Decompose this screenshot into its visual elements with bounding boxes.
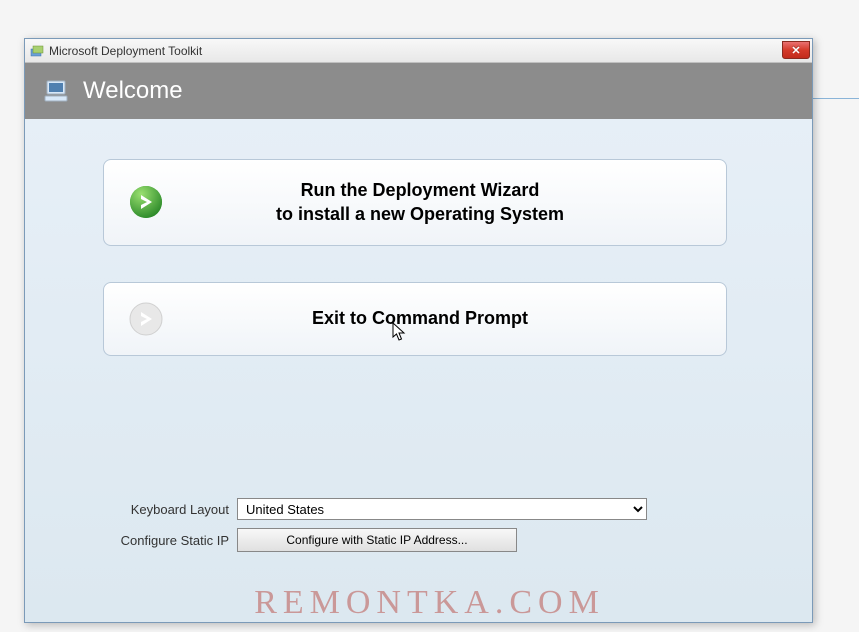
computer-icon [43,79,71,103]
arrow-right-green-icon [128,184,164,220]
app-icon [29,43,45,59]
header-bar: Welcome [25,63,812,119]
run-deployment-wizard-button[interactable]: Run the Deployment Wizard to install a n… [103,159,727,246]
exit-command-prompt-button[interactable]: Exit to Command Prompt [103,282,727,356]
static-ip-row: Configure Static IP Configure with Stati… [89,528,748,552]
keyboard-layout-select[interactable]: United States [237,498,647,520]
titlebar: Microsoft Deployment Toolkit ✕ [25,39,812,63]
bottom-form: Keyboard Layout United States Configure … [25,498,812,560]
keyboard-layout-label: Keyboard Layout [89,502,229,517]
page-title: Welcome [83,77,183,105]
content-area: Run the Deployment Wizard to install a n… [25,119,812,412]
close-button[interactable]: ✕ [782,41,810,59]
run-wizard-label: Run the Deployment Wizard to install a n… [188,178,702,227]
close-icon: ✕ [791,44,800,57]
configure-static-ip-button[interactable]: Configure with Static IP Address... [237,528,517,552]
arrow-right-grey-icon [128,301,164,337]
titlebar-text: Microsoft Deployment Toolkit [49,44,202,58]
main-window: Microsoft Deployment Toolkit ✕ Welcome [24,38,813,623]
static-ip-label: Configure Static IP [89,533,229,548]
exit-cmd-label: Exit to Command Prompt [188,306,702,330]
keyboard-layout-row: Keyboard Layout United States [89,498,748,520]
